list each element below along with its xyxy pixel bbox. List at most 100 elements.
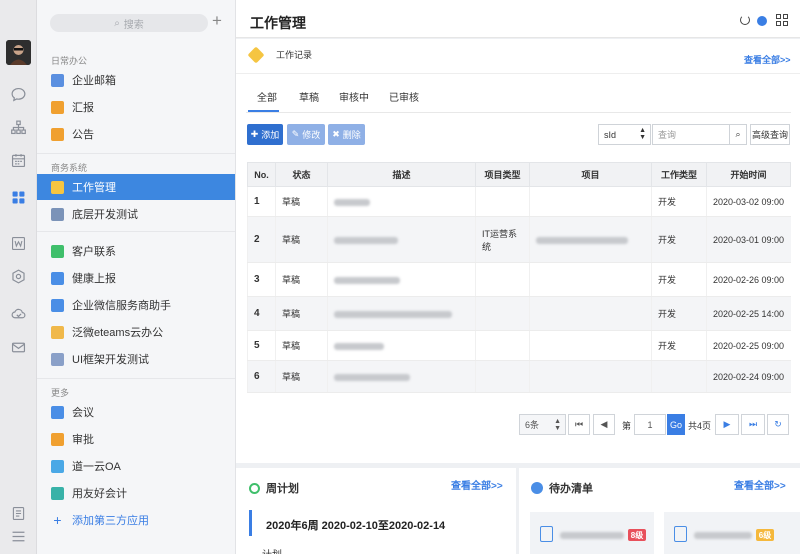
page-size-value: 6条 xyxy=(525,420,540,430)
todo-item[interactable]: 6级 xyxy=(664,512,800,554)
row-start-time: 2020-03-01 09:00 xyxy=(706,216,791,263)
weekly-view-all-link[interactable]: 查看全部>> xyxy=(451,477,503,492)
table-header-row: No. 状态 描述 项目类型 项目 工作类型 开始时间 xyxy=(247,162,791,187)
first-page-button[interactable]: ⏮ xyxy=(568,414,590,435)
sidebar: ⌕ 搜索 + 日常办公 企业邮箱 汇报 公告 商务系统 工作管理 底层开发测试 … xyxy=(37,0,236,554)
table-row[interactable]: 5 草稿 开发 2020-02-25 09:00 xyxy=(247,330,791,361)
table-row[interactable]: 4 草稿 开发 2020-02-25 14:00 xyxy=(247,296,791,331)
column-header[interactable]: No. xyxy=(247,162,276,187)
field-select[interactable]: sId ▲ ▼ xyxy=(598,124,651,145)
dev-test-app-icon xyxy=(51,207,64,221)
sidebar-item-yonyou[interactable]: 用友好会计 xyxy=(37,480,235,506)
row-number: 6 xyxy=(247,360,276,393)
column-header[interactable]: 项目类型 xyxy=(475,162,530,187)
row-number: 2 xyxy=(247,216,276,263)
report-app-icon xyxy=(51,100,64,114)
row-work-type: 开发 xyxy=(651,186,707,217)
delete-button[interactable]: ✖ 删除 xyxy=(328,124,365,145)
search-icon: ⌕ xyxy=(114,17,120,29)
tab-reviewing[interactable]: 审核中 xyxy=(339,89,369,112)
last-page-button[interactable]: ⏭ xyxy=(741,414,765,435)
avatar[interactable] xyxy=(6,40,31,65)
cube-icon[interactable] xyxy=(10,268,27,285)
word-doc-icon[interactable] xyxy=(10,235,27,252)
query-input[interactable]: 查询 xyxy=(652,124,730,145)
divider xyxy=(37,378,235,379)
mail-icon[interactable] xyxy=(10,339,27,356)
sidebar-item-email[interactable]: 企业邮箱 xyxy=(37,67,235,93)
row-work-type: 开发 xyxy=(651,262,707,297)
page-number-value: 1 xyxy=(647,419,653,430)
row-status: 草稿 xyxy=(275,296,328,331)
sidebar-item-meeting[interactable]: 会议 xyxy=(37,399,235,425)
select-arrows-icon: ▲ ▼ xyxy=(639,127,646,141)
edit-button[interactable]: ✎ 修改 xyxy=(287,124,325,145)
tab-draft[interactable]: 草稿 xyxy=(299,89,319,112)
row-status: 草稿 xyxy=(275,216,328,263)
row-project-type: IT运营系统 xyxy=(475,216,530,263)
query-placeholder: 查询 xyxy=(658,130,677,140)
next-page-button[interactable]: ▶ xyxy=(715,414,739,435)
menu-icon[interactable] xyxy=(10,528,27,545)
sidebar-item-approval[interactable]: 审批 xyxy=(37,426,235,452)
sidebar-item-ui-framework[interactable]: UI框架开发测试 xyxy=(37,346,235,372)
workbench-icon[interactable] xyxy=(10,189,27,206)
row-project-redacted xyxy=(529,186,652,217)
sidebar-item-customer[interactable]: 客户联系 xyxy=(37,238,235,264)
qr-grid-icon[interactable] xyxy=(776,14,788,26)
work-record-table: No. 状态 描述 项目类型 项目 工作类型 开始时间 1 草稿 开发 2020… xyxy=(247,162,791,393)
add-icon[interactable]: + xyxy=(212,11,222,31)
table-row[interactable]: 2 草稿 IT运营系统 开发 2020-03-01 09:00 xyxy=(247,216,791,263)
sidebar-item-dev-test[interactable]: 底层开发测试 xyxy=(37,201,235,227)
ui-framework-app-icon xyxy=(51,352,64,366)
tab-all[interactable]: 全部 xyxy=(248,89,279,112)
panel-header: 工作记录 xyxy=(247,46,312,63)
table-row[interactable]: 1 草稿 开发 2020-03-02 09:00 xyxy=(247,186,791,217)
column-header[interactable]: 状态 xyxy=(275,162,328,187)
todo-item-redacted xyxy=(560,532,624,539)
prev-page-button[interactable]: ◀ xyxy=(593,414,615,435)
advanced-query-button[interactable]: 高级查询 xyxy=(750,124,790,145)
refresh-icon[interactable] xyxy=(740,15,750,25)
column-header[interactable]: 开始时间 xyxy=(706,162,791,187)
go-button[interactable]: Go xyxy=(667,414,685,435)
row-number: 1 xyxy=(247,186,276,217)
add-button[interactable]: ✚ 添加 xyxy=(247,124,283,145)
chat-icon[interactable] xyxy=(10,86,27,103)
sidebar-item-eteams[interactable]: 泛微eteams云办公 xyxy=(37,319,235,345)
sidebar-item-label: 健康上报 xyxy=(72,273,116,285)
sidebar-item-report[interactable]: 汇报 xyxy=(37,94,235,120)
page-size-select[interactable]: 6条 ▲ ▼ xyxy=(519,414,566,435)
view-all-link[interactable]: 查看全部>> xyxy=(744,53,791,66)
sidebar-item-work-management[interactable]: 工作管理 xyxy=(37,174,235,200)
query-search-button[interactable]: ⌕ xyxy=(729,124,747,145)
notes-icon[interactable] xyxy=(10,505,27,522)
org-chart-icon[interactable] xyxy=(10,119,27,136)
page-number-input[interactable]: 1 xyxy=(634,414,666,435)
row-start-time: 2020-02-24 09:00 xyxy=(706,360,791,393)
search-input[interactable]: ⌕ 搜索 xyxy=(50,14,208,32)
week-period: 2020年6周 2020-02-10至2020-02-14 xyxy=(266,520,446,532)
sidebar-item-label: 泛微eteams云办公 xyxy=(72,327,164,339)
table-row[interactable]: 3 草稿 开发 2020-02-26 09:00 xyxy=(247,262,791,297)
status-dot-icon[interactable] xyxy=(757,16,767,26)
todo-view-all-link[interactable]: 查看全部>> xyxy=(734,477,786,492)
total-pages: 共4页 xyxy=(688,421,712,431)
table-row[interactable]: 6 草稿 2020-02-24 09:00 xyxy=(247,360,791,393)
card-header: 周计划 xyxy=(249,480,299,496)
add-third-party-app-button[interactable]: + 添加第三方应用 xyxy=(37,507,235,533)
row-project-type xyxy=(475,330,530,361)
refresh-page-button[interactable]: ↻ xyxy=(767,414,789,435)
sidebar-item-health[interactable]: 健康上报 xyxy=(37,265,235,291)
column-header[interactable]: 工作类型 xyxy=(651,162,707,187)
cloud-disk-icon[interactable] xyxy=(10,305,27,322)
tab-reviewed[interactable]: 已审核 xyxy=(389,89,419,112)
todo-item[interactable]: 8级 xyxy=(530,512,654,554)
sidebar-item-wecom-assistant[interactable]: 企业微信服务商助手 xyxy=(37,292,235,318)
calendar-icon[interactable] xyxy=(10,152,27,169)
column-header[interactable]: 描述 xyxy=(327,162,476,187)
column-header[interactable]: 项目 xyxy=(529,162,652,187)
sidebar-item-notice[interactable]: 公告 xyxy=(37,121,235,147)
row-description-redacted xyxy=(327,296,476,331)
sidebar-item-daoyiyun[interactable]: 道一云OA xyxy=(37,453,235,479)
